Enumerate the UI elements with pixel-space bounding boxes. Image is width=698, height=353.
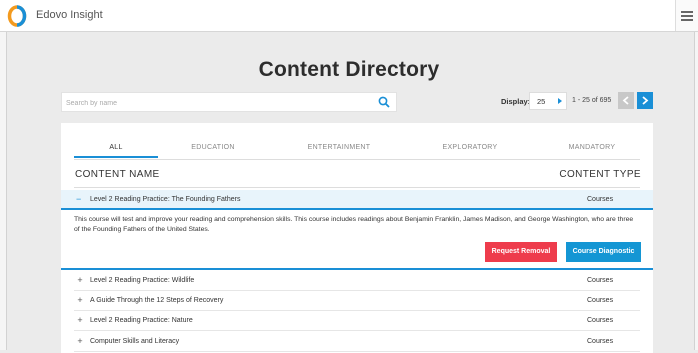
display-label: Display: bbox=[501, 97, 531, 106]
list-item[interactable]: + Level 2 Reading Practice: Nature Cours… bbox=[74, 311, 640, 331]
row-name: Computer Skills and Literacy bbox=[90, 338, 180, 345]
prev-page-button[interactable] bbox=[618, 92, 634, 109]
app-title: Edovo Insight bbox=[36, 9, 103, 21]
search-icon[interactable] bbox=[378, 96, 390, 108]
tab-bar: ALL EDUCATION ENTERTAINMENT EXPLORATORY … bbox=[74, 142, 640, 160]
expanded-section-divider bbox=[61, 268, 653, 270]
expand-icon[interactable]: + bbox=[76, 276, 84, 285]
tab-entertainment[interactable]: ENTERTAINMENT bbox=[294, 142, 384, 159]
list-item[interactable]: + A Guide Through the 12 Steps of Recove… bbox=[74, 291, 640, 311]
column-header-type[interactable]: CONTENT TYPE bbox=[559, 169, 641, 180]
search-box bbox=[61, 92, 397, 113]
expand-icon[interactable]: + bbox=[76, 316, 84, 325]
row-name: A Guide Through the 12 Steps of Recovery bbox=[90, 297, 224, 304]
course-description: This course will test and improve your r… bbox=[74, 216, 634, 233]
chevron-left-icon bbox=[622, 96, 629, 105]
tab-exploratory[interactable]: EXPLORATORY bbox=[428, 142, 512, 159]
course-diagnostic-button[interactable]: Course Diagnostic bbox=[566, 242, 641, 262]
page-title: Content Directory bbox=[258, 58, 440, 81]
row-type: Courses bbox=[587, 338, 614, 345]
caret-right-icon bbox=[558, 98, 562, 104]
request-removal-button[interactable]: Request Removal bbox=[485, 242, 557, 262]
page-size-value: 25 bbox=[537, 97, 546, 106]
list-item[interactable]: + Computer Skills and Literacy Courses bbox=[74, 332, 640, 352]
row-type: Courses bbox=[587, 297, 614, 304]
expand-icon[interactable]: + bbox=[76, 296, 84, 305]
search-input[interactable] bbox=[62, 93, 368, 113]
top-bar: Edovo Insight bbox=[0, 0, 698, 32]
row-name: Level 2 Reading Practice: Nature bbox=[90, 317, 193, 324]
edovo-logo-icon[interactable] bbox=[7, 5, 27, 27]
row-name: Level 2 Reading Practice: The Founding F… bbox=[90, 196, 241, 203]
chevron-right-icon bbox=[642, 96, 649, 105]
row-name: Level 2 Reading Practice: Wildlife bbox=[90, 277, 195, 284]
expand-icon[interactable]: + bbox=[76, 337, 84, 346]
tab-education[interactable]: EDUCATION bbox=[176, 142, 250, 159]
pagination-range: 1 - 25 of 695 bbox=[572, 97, 612, 104]
tab-mandatory[interactable]: MANDATORY bbox=[550, 142, 634, 159]
page-size-select[interactable]: 25 bbox=[529, 92, 567, 110]
collapse-icon[interactable]: − bbox=[76, 195, 81, 204]
hamburger-menu-icon[interactable] bbox=[675, 0, 698, 31]
expanded-row[interactable]: − Level 2 Reading Practice: The Founding… bbox=[61, 190, 653, 210]
header-divider bbox=[74, 187, 640, 188]
row-type: Courses bbox=[587, 196, 614, 203]
content-card: ALL EDUCATION ENTERTAINMENT EXPLORATORY … bbox=[61, 123, 653, 353]
column-header-name[interactable]: CONTENT NAME bbox=[75, 169, 160, 180]
row-type: Courses bbox=[587, 277, 614, 284]
row-type: Courses bbox=[587, 317, 614, 324]
list-item[interactable]: + Level 2 Reading Practice: Wildlife Cou… bbox=[74, 271, 640, 291]
tab-all[interactable]: ALL bbox=[74, 142, 158, 158]
next-page-button[interactable] bbox=[637, 92, 653, 109]
